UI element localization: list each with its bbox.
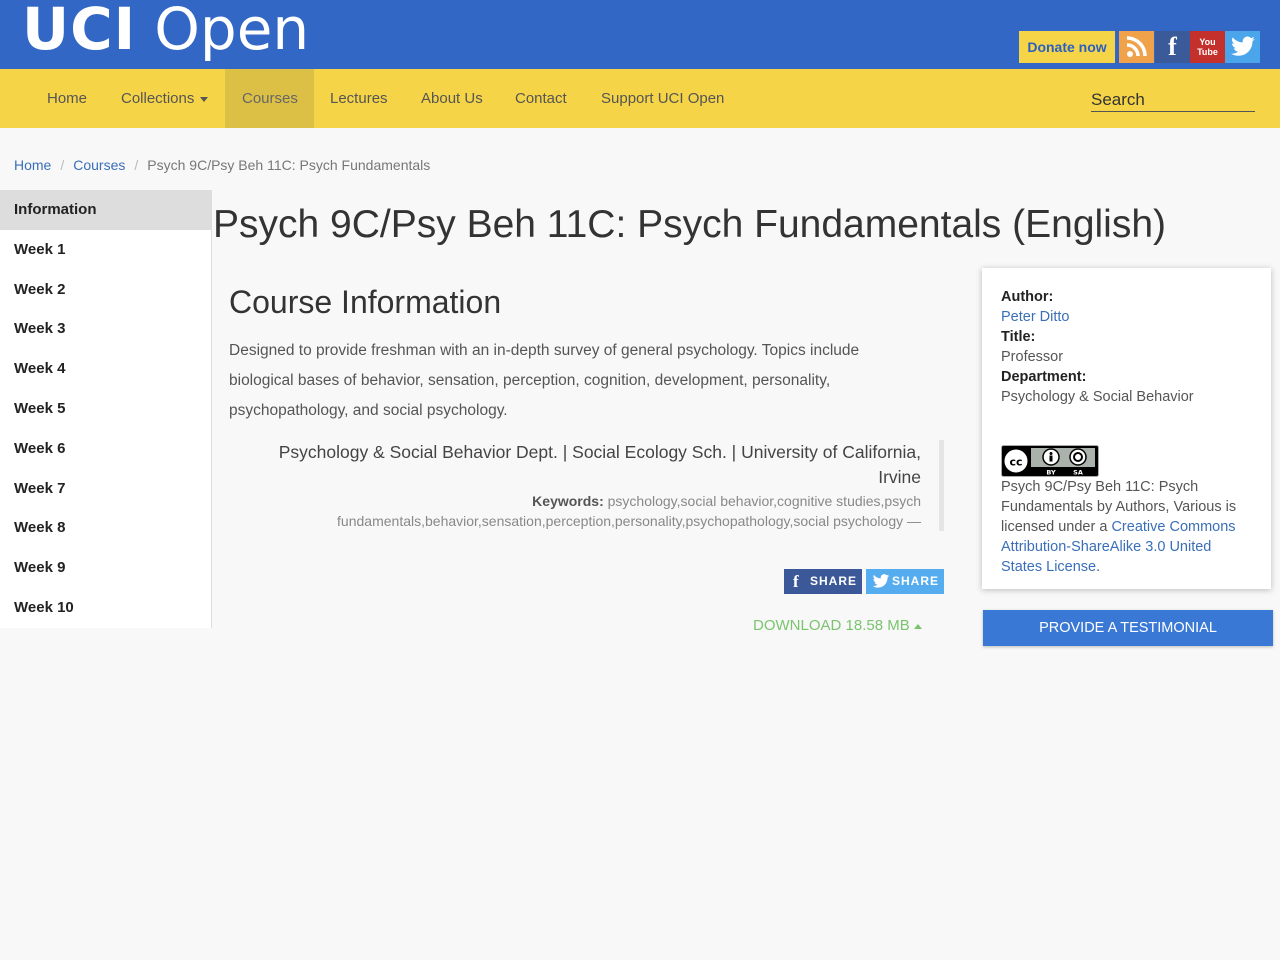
search-input[interactable]: [1091, 88, 1255, 112]
nav-home[interactable]: Home: [30, 69, 104, 128]
youtube-icon[interactable]: You Tube: [1190, 31, 1225, 63]
chevron-down-icon: [200, 96, 209, 102]
sidebar-item-week-2[interactable]: Week 2: [0, 270, 211, 310]
caret-up-icon: [913, 623, 922, 629]
sidebar-item-week-1[interactable]: Week 1: [0, 230, 211, 270]
author-link[interactable]: Peter Ditto: [1001, 309, 1070, 325]
sidebar-item-information[interactable]: Information: [0, 190, 211, 230]
twitter-share-button[interactable]: SHARE: [866, 569, 944, 594]
logo-uci-text: UCI: [22, 0, 137, 63]
site-header: UCI Open Donate now f You Tube: [0, 0, 1280, 69]
breadcrumb-courses[interactable]: Courses: [73, 157, 125, 173]
facebook-icon: f: [793, 572, 800, 591]
download-button[interactable]: DOWNLOAD 18.58 MB: [753, 617, 922, 634]
license-text: Psych 9C/Psy Beh 11C: Psych Fundamentals…: [1001, 477, 1252, 577]
breadcrumb-current: Psych 9C/Psy Beh 11C: Psych Fundamentals: [147, 157, 431, 173]
sidebar-item-week-6[interactable]: Week 6: [0, 429, 211, 469]
twitter-icon: [872, 569, 890, 596]
uci-open-logo[interactable]: UCI Open: [22, 0, 309, 79]
donate-button[interactable]: Donate now: [1019, 31, 1115, 63]
nav-support-uci-open[interactable]: Support UCI Open: [584, 69, 741, 128]
section-title: Course Information: [229, 284, 502, 320]
download-label: DOWNLOAD 18.58 MB: [753, 617, 910, 634]
facebook-share-button[interactable]: f SHARE: [784, 569, 862, 594]
sidebar-item-week-10[interactable]: Week 10: [0, 588, 211, 628]
sidebar-item-week-3[interactable]: Week 3: [0, 309, 211, 349]
sidebar-item-week-4[interactable]: Week 4: [0, 349, 211, 389]
rss-icon[interactable]: [1119, 31, 1154, 63]
nav-lectures[interactable]: Lectures: [313, 69, 405, 128]
nav-courses[interactable]: Courses: [225, 69, 314, 128]
sidebar-item-week-7[interactable]: Week 7: [0, 469, 211, 509]
cc-badge-sa: SA: [1073, 469, 1083, 477]
course-sidebar: Information Week 1 Week 2 Week 3 Week 4 …: [0, 190, 212, 628]
breadcrumb-separator: /: [134, 157, 139, 173]
youtube-glyph: You Tube: [1197, 37, 1218, 57]
nav-collections[interactable]: Collections: [104, 69, 225, 128]
department-label: Department:: [1001, 369, 1087, 385]
author-department: Psychology & Social Behavior: [1001, 389, 1194, 405]
keywords: Keywords: psychology,social behavior,cog…: [243, 491, 921, 531]
twitter-share-label: SHARE: [892, 574, 940, 588]
sidebar-item-week-9[interactable]: Week 9: [0, 548, 211, 588]
author-title: Professor: [1001, 349, 1064, 365]
title-label: Title:: [1001, 329, 1036, 345]
cc-by-sa-license-icon[interactable]: cc BY SA: [1001, 445, 1099, 477]
provide-testimonial-button[interactable]: PROVIDE A TESTIMONIAL: [983, 610, 1273, 646]
cc-badge-by: BY: [1046, 469, 1056, 477]
department-line: Psychology & Social Behavior Dept. | Soc…: [278, 442, 921, 487]
keywords-label: Keywords:: [532, 493, 604, 509]
author-card: Author: Peter Ditto Title: Professor Dep…: [982, 268, 1271, 589]
sidebar-item-week-5[interactable]: Week 5: [0, 389, 211, 429]
facebook-share-label: SHARE: [810, 574, 858, 588]
sidebar-item-week-8[interactable]: Week 8: [0, 508, 211, 548]
breadcrumb-home[interactable]: Home: [14, 157, 51, 173]
page-title: Psych 9C/Psy Beh 11C: Psych Fundamentals…: [213, 203, 1167, 246]
course-description: Designed to provide freshman with an in-…: [229, 342, 860, 419]
author-label: Author:: [1001, 289, 1054, 305]
breadcrumb-separator: /: [60, 157, 65, 173]
nav-about-us[interactable]: About Us: [404, 69, 500, 128]
breadcrumb: Home / Courses / Psych 9C/Psy Beh 11C: Psych…: [14, 157, 430, 173]
twitter-icon[interactable]: [1225, 31, 1260, 63]
license-suffix: .: [1096, 559, 1101, 575]
logo-open-text: Open: [154, 0, 310, 63]
nav-collections-label: Collections: [121, 90, 195, 107]
cc-badge-cc: cc: [1009, 456, 1022, 469]
main-nav: Home Collections Courses Lectures About …: [0, 69, 1280, 128]
facebook-icon[interactable]: f: [1155, 31, 1190, 63]
course-meta-block: Psychology & Social Behavior Dept. | Soc…: [243, 440, 944, 531]
keywords-list: psychology,social behavior,cognitive stu…: [337, 493, 921, 529]
nav-contact[interactable]: Contact: [498, 69, 584, 128]
